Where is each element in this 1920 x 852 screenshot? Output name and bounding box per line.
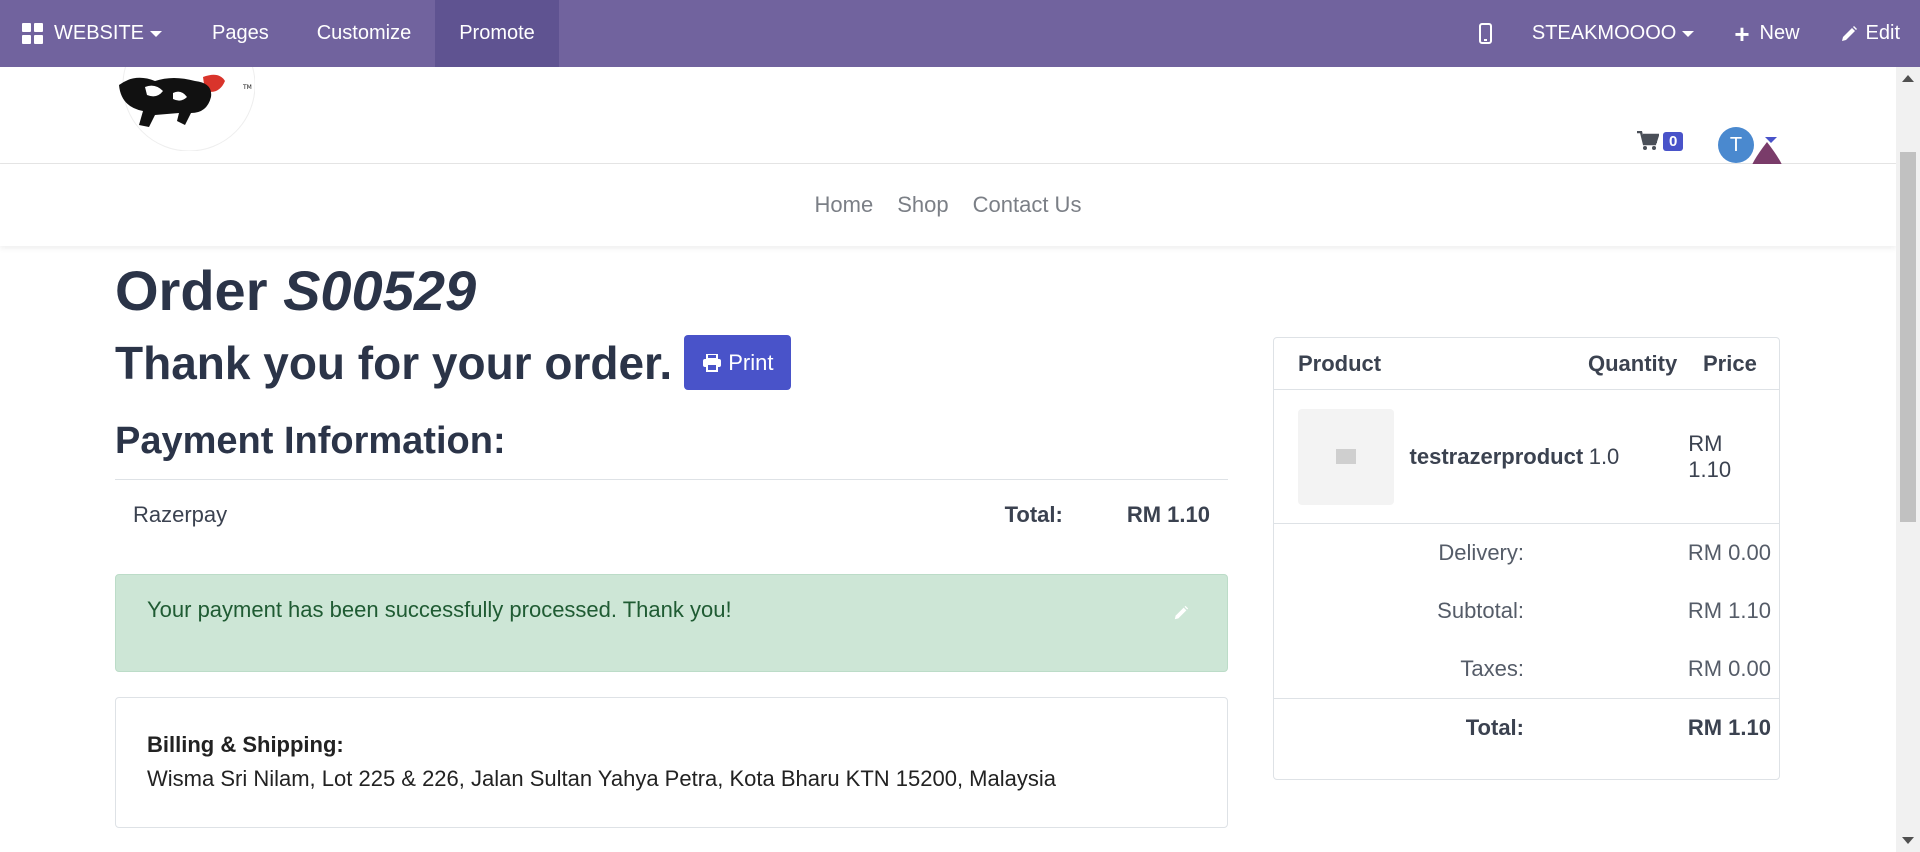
website-switcher[interactable]: STEAKMOOOO (1512, 0, 1714, 67)
success-message: Your payment has been successfully proce… (147, 597, 732, 622)
site-name: STEAKMOOOO (1531, 22, 1677, 44)
thank-you-text: Thank you for your order. (115, 336, 673, 389)
edit-label: Edit (1865, 22, 1900, 44)
order-summary-card: Product Quantity Price testrazerproduct … (1273, 337, 1780, 780)
site-header: TM 0 T (0, 18, 1896, 188)
website-menu-label: WEBSITE (54, 22, 145, 44)
apps-grid-icon (22, 23, 43, 44)
scrollbar-thumb[interactable] (1900, 152, 1916, 522)
product-price: RM 1.10 (1688, 430, 1732, 482)
order-title-prefix: Order (115, 259, 268, 322)
taxes-row: Taxes: RM 0.00 (1274, 640, 1779, 698)
summary-item-row: testrazerproduct 1.0 RM 1.10 (1274, 390, 1779, 524)
plus-icon: + (1734, 18, 1750, 49)
payment-method: Razerpay (133, 501, 228, 527)
customize-menu[interactable]: Customize (293, 0, 435, 67)
cart-link[interactable]: 0 (1637, 131, 1684, 151)
summary-header: Product Quantity Price (1274, 338, 1779, 390)
nav-home[interactable]: Home (815, 192, 874, 218)
nav-shop[interactable]: Shop (897, 192, 948, 218)
caret-down-icon (1682, 30, 1695, 37)
mobile-phone-icon (1478, 23, 1492, 44)
header-price: Price (1703, 350, 1757, 376)
taxes-value: RM 0.00 (1687, 656, 1771, 681)
nav-contact-us[interactable]: Contact Us (973, 192, 1082, 218)
product-quantity: 1.0 (1588, 443, 1620, 469)
billing-label: Billing & Shipping: (147, 732, 344, 757)
total-label: Total: (1465, 714, 1524, 740)
subtotal-value: RM 1.10 (1687, 598, 1771, 623)
payment-total-value: RM 1.10 (1126, 501, 1210, 527)
website-menu[interactable]: WEBSITE (0, 0, 188, 67)
cart-count-badge: 0 (1663, 131, 1684, 151)
header-quantity: Quantity (1588, 350, 1678, 376)
payment-row: Razerpay Total: RM 1.10 (115, 479, 1228, 549)
billing-shipping-card: Billing & Shipping: Wisma Sri Nilam, Lot… (115, 697, 1228, 828)
promote-menu[interactable]: Promote (435, 0, 559, 67)
new-button[interactable]: + New (1714, 0, 1819, 67)
order-title: Order S00529 (115, 258, 476, 323)
delivery-row: Delivery: RM 0.00 (1274, 524, 1779, 582)
mobile-preview-button[interactable] (1459, 0, 1512, 67)
pencil-icon (1840, 25, 1858, 43)
cow-logo[interactable]: TM (115, 18, 256, 152)
print-button[interactable]: Print (684, 335, 792, 390)
scroll-up-arrow-icon[interactable] (1902, 75, 1914, 82)
print-label: Print (728, 349, 774, 375)
subtotal-row: Subtotal: RM 1.10 (1274, 582, 1779, 640)
scroll-down-arrow-icon[interactable] (1902, 837, 1914, 844)
new-label: New (1759, 22, 1800, 44)
payment-total-label: Total: (1004, 501, 1063, 527)
subtotal-label: Subtotal: (1437, 598, 1524, 623)
user-avatar[interactable]: T (1718, 127, 1754, 163)
pages-menu[interactable]: Pages (188, 0, 293, 67)
total-row: Total: RM 1.10 (1274, 698, 1779, 756)
payment-success-alert: Your payment has been successfully proce… (115, 574, 1228, 672)
edit-button[interactable]: Edit (1820, 0, 1920, 67)
header-product: Product (1298, 350, 1382, 376)
vertical-scrollbar[interactable] (1896, 67, 1920, 852)
website-admin-bar: WEBSITE Pages Customize Promote STEAKMOO… (0, 0, 1920, 67)
delivery-label: Delivery: (1438, 540, 1524, 565)
pencil-icon[interactable] (1173, 601, 1189, 627)
main-nav: Home Shop Contact Us (0, 164, 1896, 246)
order-number: S00529 (283, 259, 477, 322)
svg-text:TM: TM (242, 84, 252, 91)
product-name[interactable]: testrazerproduct (1410, 444, 1589, 470)
billing-address: Wisma Sri Nilam, Lot 225 & 226, Jalan Su… (147, 766, 1056, 791)
caret-down-icon (150, 30, 163, 37)
payment-info-title: Payment Information: (115, 420, 506, 462)
shopping-cart-icon (1637, 131, 1659, 150)
taxes-label: Taxes: (1460, 656, 1524, 681)
delivery-value: RM 0.00 (1687, 540, 1771, 565)
thank-you-heading: Thank you for your order. Print (115, 335, 792, 390)
printer-icon (703, 353, 722, 372)
product-thumbnail[interactable] (1298, 408, 1394, 505)
total-value: RM 1.10 (1687, 714, 1771, 740)
